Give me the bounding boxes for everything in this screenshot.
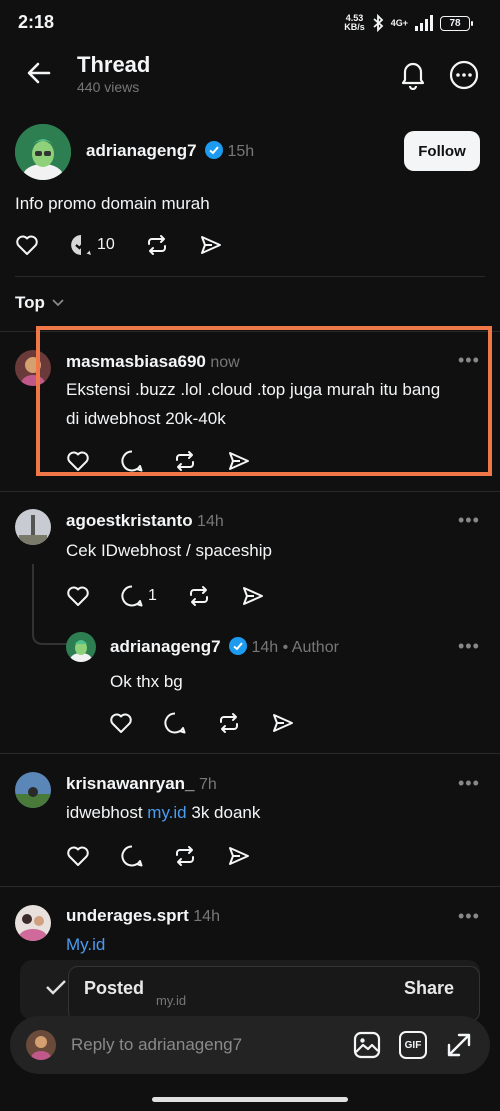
repost-icon[interactable]	[217, 711, 241, 735]
expand-icon[interactable]	[445, 1031, 473, 1059]
post-time: 15h	[227, 143, 255, 160]
gif-button[interactable]: GIF	[399, 1031, 427, 1059]
highlight-box	[36, 326, 492, 476]
reply-text: Cek IDwebhost / spaceship	[66, 541, 272, 560]
image-icon[interactable]	[353, 1031, 381, 1059]
domain-link[interactable]: my.id	[147, 803, 186, 822]
share-link[interactable]: Share	[404, 978, 454, 999]
username[interactable]: krisnawanryan_	[66, 774, 195, 793]
reply-text: idwebhost my.id 3k doank	[66, 803, 261, 822]
verified-icon	[205, 141, 223, 159]
sort-label: Top	[15, 293, 45, 312]
avatar[interactable]	[15, 509, 51, 545]
chevron-down-icon	[52, 299, 64, 307]
reply-header: adrianageng7 14h • Author	[110, 637, 339, 657]
reply-time: 14h	[197, 513, 224, 530]
reply-time: 7h	[198, 776, 217, 793]
heart-icon[interactable]	[66, 844, 90, 868]
bluetooth-icon	[373, 14, 384, 32]
repost-icon[interactable]	[145, 233, 169, 257]
share-icon[interactable]	[241, 584, 265, 608]
home-indicator[interactable]	[152, 1097, 348, 1102]
reply-count: 1	[148, 587, 157, 604]
avatar[interactable]	[66, 632, 96, 662]
username[interactable]: adrianageng7	[110, 637, 221, 656]
reply-time: 14h	[251, 639, 279, 656]
avatar[interactable]	[15, 772, 51, 808]
status-icons: 4.53 KB/s 4G+ 78	[344, 13, 473, 32]
follow-button[interactable]: Follow	[404, 131, 480, 171]
username[interactable]: agoestkristanto	[66, 511, 193, 530]
status-time: 2:18	[18, 12, 55, 32]
checkmark-icon	[46, 980, 66, 995]
comment-icon[interactable]	[120, 844, 144, 868]
share-icon[interactable]	[199, 233, 223, 257]
comment-icon[interactable]	[120, 584, 144, 608]
more-options-icon[interactable]: •••	[458, 906, 480, 927]
heart-icon[interactable]	[15, 233, 39, 257]
comment-icon[interactable]	[163, 711, 187, 735]
avatar	[26, 1030, 56, 1060]
thread-connector	[32, 564, 68, 645]
author-label: • Author	[282, 639, 339, 656]
reply-header: underages.sprt 14h	[66, 906, 220, 926]
post-text: Info promo domain murah	[15, 194, 210, 213]
divider	[0, 753, 500, 754]
reply-header: krisnawanryan_ 7h	[66, 774, 217, 794]
battery-icon: 78	[440, 15, 473, 31]
share-icon[interactable]	[227, 844, 251, 868]
reply-count: 10	[97, 236, 115, 253]
post-header: adrianageng7 15h	[86, 141, 254, 161]
avatar[interactable]	[15, 124, 71, 180]
divider	[0, 886, 500, 887]
replied-icon[interactable]	[69, 233, 93, 257]
more-options-icon[interactable]: •••	[458, 510, 480, 531]
reply-text: Ok thx bg	[110, 672, 183, 691]
verified-icon	[229, 637, 247, 655]
repost-icon[interactable]	[187, 584, 211, 608]
reply-time: 14h	[193, 908, 220, 925]
more-options-icon[interactable]	[449, 60, 479, 90]
reply-header: agoestkristanto 14h	[66, 511, 224, 531]
divider	[15, 276, 485, 277]
more-options-icon[interactable]: •••	[458, 773, 480, 794]
sort-dropdown[interactable]: Top	[15, 293, 65, 313]
avatar[interactable]	[15, 905, 51, 941]
username[interactable]: adrianageng7	[86, 141, 197, 160]
repost-icon[interactable]	[173, 844, 197, 868]
page-title: Thread	[77, 52, 151, 77]
domain-link[interactable]: My.id	[66, 935, 105, 955]
divider	[0, 491, 500, 492]
username[interactable]: underages.sprt	[66, 906, 189, 925]
reply-input[interactable]: Reply to adrianageng7	[71, 1035, 242, 1055]
more-options-icon[interactable]: •••	[458, 636, 480, 657]
share-icon[interactable]	[271, 711, 295, 735]
back-arrow-icon[interactable]	[26, 60, 52, 86]
bell-icon[interactable]	[398, 58, 428, 90]
link-preview-domain: my.id	[156, 993, 187, 1008]
heart-icon[interactable]	[109, 711, 133, 735]
network-type: 4G+	[390, 18, 408, 28]
net-speed: 4.53 KB/s	[344, 13, 365, 32]
posted-label: Posted	[84, 978, 145, 998]
views-count: 440 views	[77, 79, 140, 95]
signal-icon	[415, 15, 433, 31]
